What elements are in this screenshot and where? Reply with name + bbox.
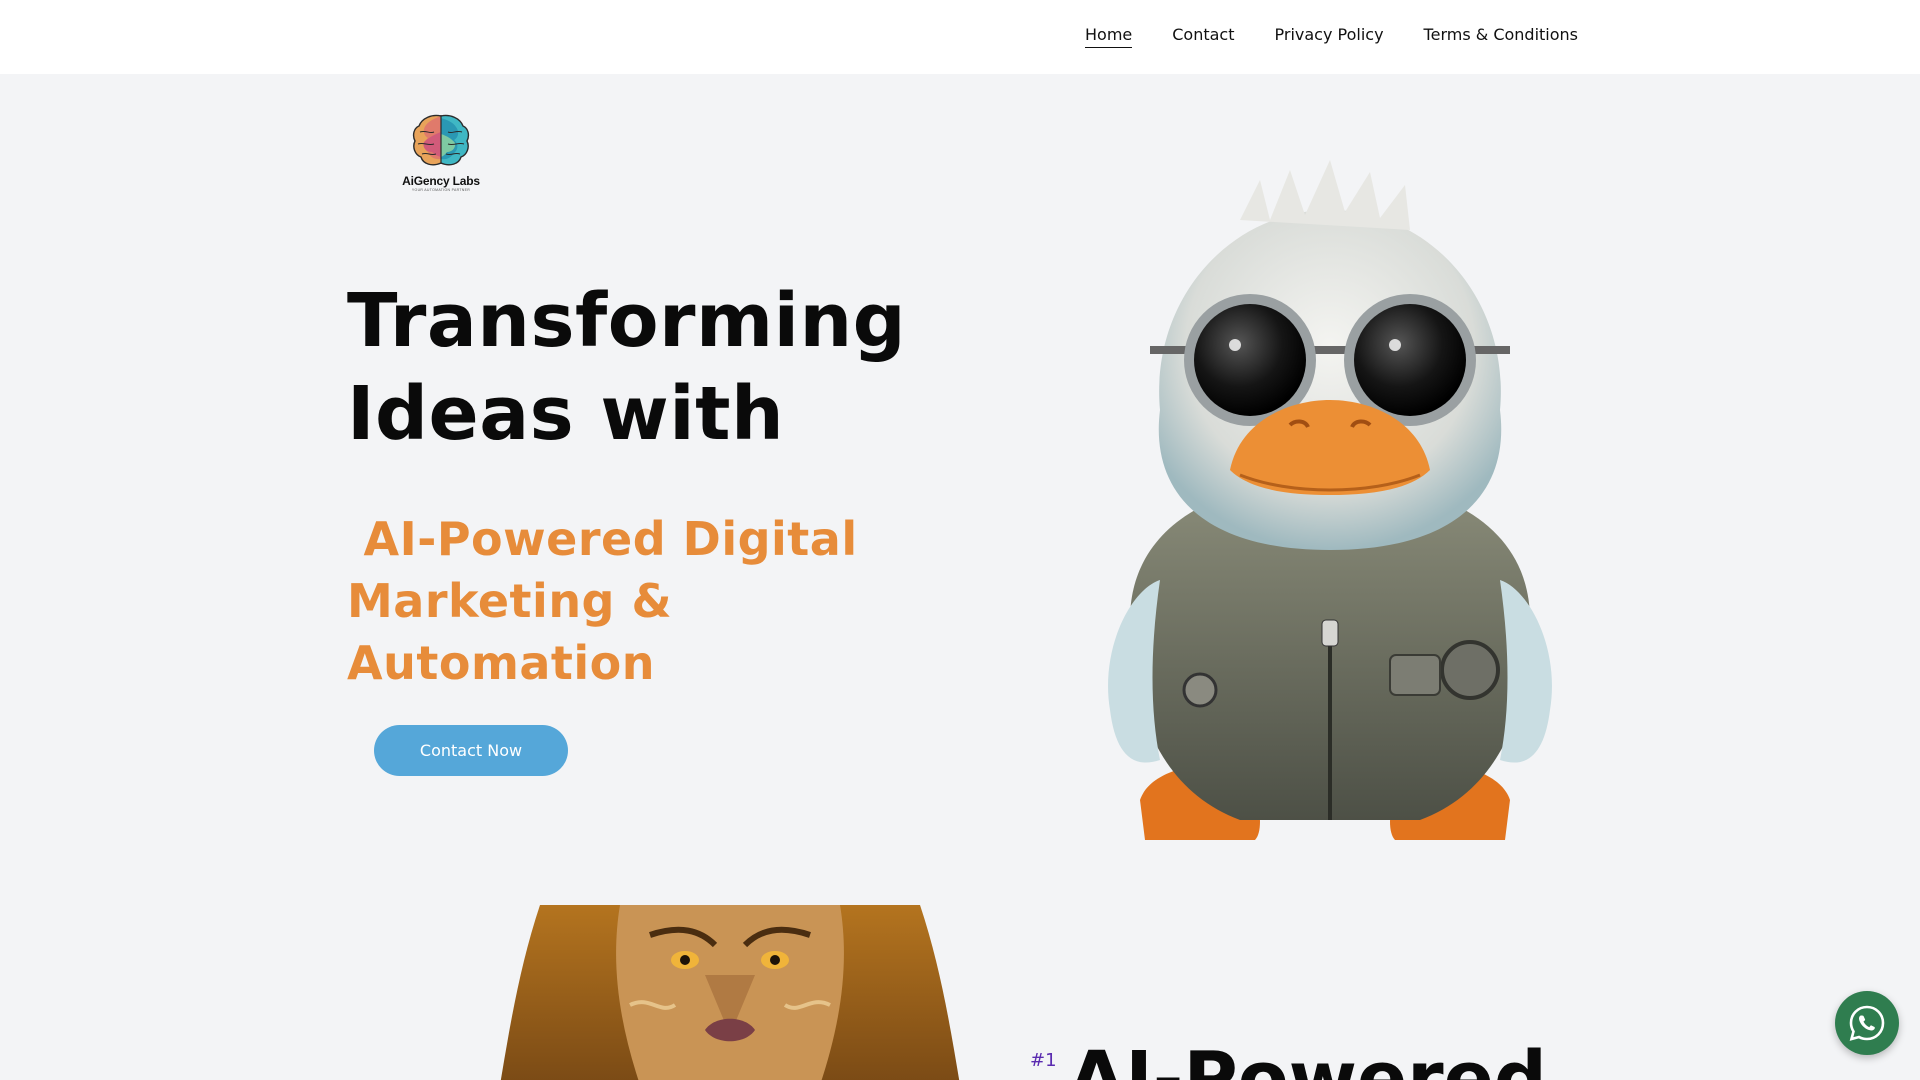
- brain-icon: [412, 114, 470, 166]
- contact-now-button[interactable]: Contact Now: [374, 725, 568, 776]
- hero-title-line2: Ideas with: [347, 371, 785, 457]
- section-title: AI-Powered: [1068, 1036, 1547, 1080]
- nav-home-link[interactable]: Home: [1085, 25, 1133, 48]
- whatsapp-chat-button[interactable]: [1835, 991, 1899, 1055]
- hero-title-line1: Transforming: [347, 278, 907, 364]
- logo-tagline: YOUR AUTOMATION PARTNER: [411, 188, 471, 192]
- main-nav: Home Contact Privacy Policy Terms & Cond…: [1085, 25, 1578, 48]
- lion-mascot-image: [500, 905, 960, 1080]
- hero-title: Transforming Ideas with: [347, 275, 906, 461]
- nav-contact-link[interactable]: Contact: [1172, 25, 1234, 48]
- hero-subtitle: AI-Powered Digital Marketing & Automatio…: [347, 512, 875, 690]
- duck-mascot-image: [1108, 160, 1552, 840]
- logo-name: AiGency Labs: [402, 174, 480, 188]
- rank-badge: #1: [1030, 1050, 1057, 1071]
- nav-privacy-policy-link[interactable]: Privacy Policy: [1275, 25, 1384, 48]
- site-logo[interactable]: AiGency Labs YOUR AUTOMATION PARTNER: [396, 112, 486, 193]
- whatsapp-icon: [1849, 1005, 1885, 1041]
- top-navbar: Home Contact Privacy Policy Terms & Cond…: [0, 0, 1920, 74]
- nav-terms-link[interactable]: Terms & Conditions: [1424, 25, 1578, 48]
